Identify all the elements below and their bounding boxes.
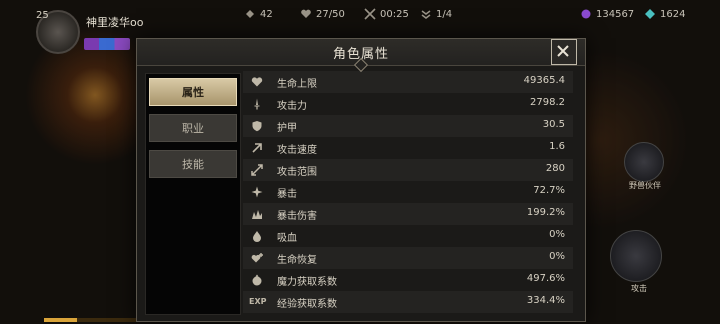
exp-icon: EXP	[249, 297, 267, 306]
tab-class[interactable]: 职业	[149, 114, 237, 142]
range-icon	[251, 164, 263, 176]
hp-stat: 27/50	[300, 8, 345, 20]
attribute-value: 2798.2	[530, 97, 565, 108]
heart-icon	[301, 9, 311, 18]
attribute-label: 暴击	[277, 189, 297, 200]
attribute-value: 497.6%	[526, 273, 565, 284]
attribute-value: 0%	[549, 229, 565, 240]
attack-label: 攻击	[631, 284, 647, 293]
dialog-tabs: 属性 职业 技能	[145, 73, 241, 315]
regen-icon	[251, 253, 263, 263]
player-name: 神里凌华oo	[86, 16, 144, 29]
attribute-label: 攻击速度	[277, 145, 317, 156]
attribute-list[interactable]: 生命上限 49365.4 攻击力 2798.2 护甲 30.5 攻击速度 1.6…	[243, 71, 575, 319]
stage-stat: 1/4	[420, 8, 452, 20]
sword-icon	[254, 98, 260, 110]
attribute-row-attack: 攻击力 2798.2	[243, 93, 573, 115]
buff-icons	[84, 38, 130, 50]
attribute-value: 72.7%	[533, 185, 565, 196]
tab-attributes[interactable]: 属性	[149, 78, 237, 106]
attribute-row-exp-gain: EXP 经验获取系数 334.4%	[243, 291, 573, 313]
attribute-row-attack-speed: 攻击速度 1.6	[243, 137, 573, 159]
attribute-row-crit-damage: 暴击伤害 199.2%	[243, 203, 573, 225]
close-button[interactable]	[551, 39, 577, 65]
attribute-value: 1.6	[549, 141, 565, 152]
purple-crystal-icon	[581, 9, 591, 19]
attribute-value: 0%	[549, 251, 565, 262]
attribute-row-armor: 护甲 30.5	[243, 115, 573, 137]
attribute-value: 49365.4	[523, 75, 565, 86]
crit-icon	[251, 186, 263, 198]
tab-skills[interactable]: 技能	[149, 150, 237, 178]
attribute-value: 334.4%	[526, 295, 565, 306]
player-level: 25	[36, 10, 49, 21]
heart-icon	[251, 77, 263, 87]
attribute-row-attack-range: 攻击范围 280	[243, 159, 573, 181]
purple-currency: 134567	[580, 8, 634, 20]
attribute-row-lifesteal: 吸血 0%	[243, 225, 573, 247]
stamina-stat: 42	[244, 8, 273, 20]
attribute-row-hp-regen: 生命恢复 0%	[243, 247, 573, 269]
character-attributes-dialog: 角色属性 属性 职业 技能 生命上限 49365.4 攻击力 2798.2 护甲…	[136, 38, 586, 322]
attribute-label: 攻击力	[277, 101, 307, 112]
close-icon	[557, 45, 569, 57]
crit-damage-icon	[252, 210, 262, 219]
speed-icon	[252, 143, 262, 153]
beast-companion-button[interactable]	[624, 142, 664, 182]
time-stat: 00:25	[364, 8, 409, 20]
attack-button[interactable]	[610, 230, 662, 282]
attribute-value: 280	[545, 163, 565, 174]
beast-companion-label: 野兽伙伴	[629, 181, 661, 190]
drop-icon	[253, 231, 261, 242]
attribute-label: 经验获取系数	[277, 299, 337, 310]
attribute-value: 199.2%	[526, 207, 565, 218]
gem-icon	[645, 9, 655, 19]
attribute-label: 暴击伤害	[277, 211, 317, 222]
attribute-label: 攻击范围	[277, 167, 317, 178]
attribute-row-mana-gain: 魔力获取系数 497.6%	[243, 269, 573, 291]
gem-currency: 1624	[644, 8, 685, 20]
attribute-label: 魔力获取系数	[277, 277, 337, 288]
shield-icon	[252, 121, 262, 132]
attribute-value: 30.5	[542, 119, 565, 130]
attribute-row-max-hp: 生命上限 49365.4	[243, 71, 573, 93]
attribute-label: 吸血	[277, 233, 297, 244]
attribute-label: 护甲	[277, 123, 297, 134]
crossed-swords-icon	[364, 8, 376, 20]
orb-icon	[252, 274, 262, 286]
attribute-row-crit: 暴击 72.7%	[243, 181, 573, 203]
stamina-icon	[246, 10, 254, 18]
attribute-label: 生命上限	[277, 79, 317, 90]
chevron-stack-icon	[421, 10, 431, 19]
attribute-label: 生命恢复	[277, 255, 317, 266]
